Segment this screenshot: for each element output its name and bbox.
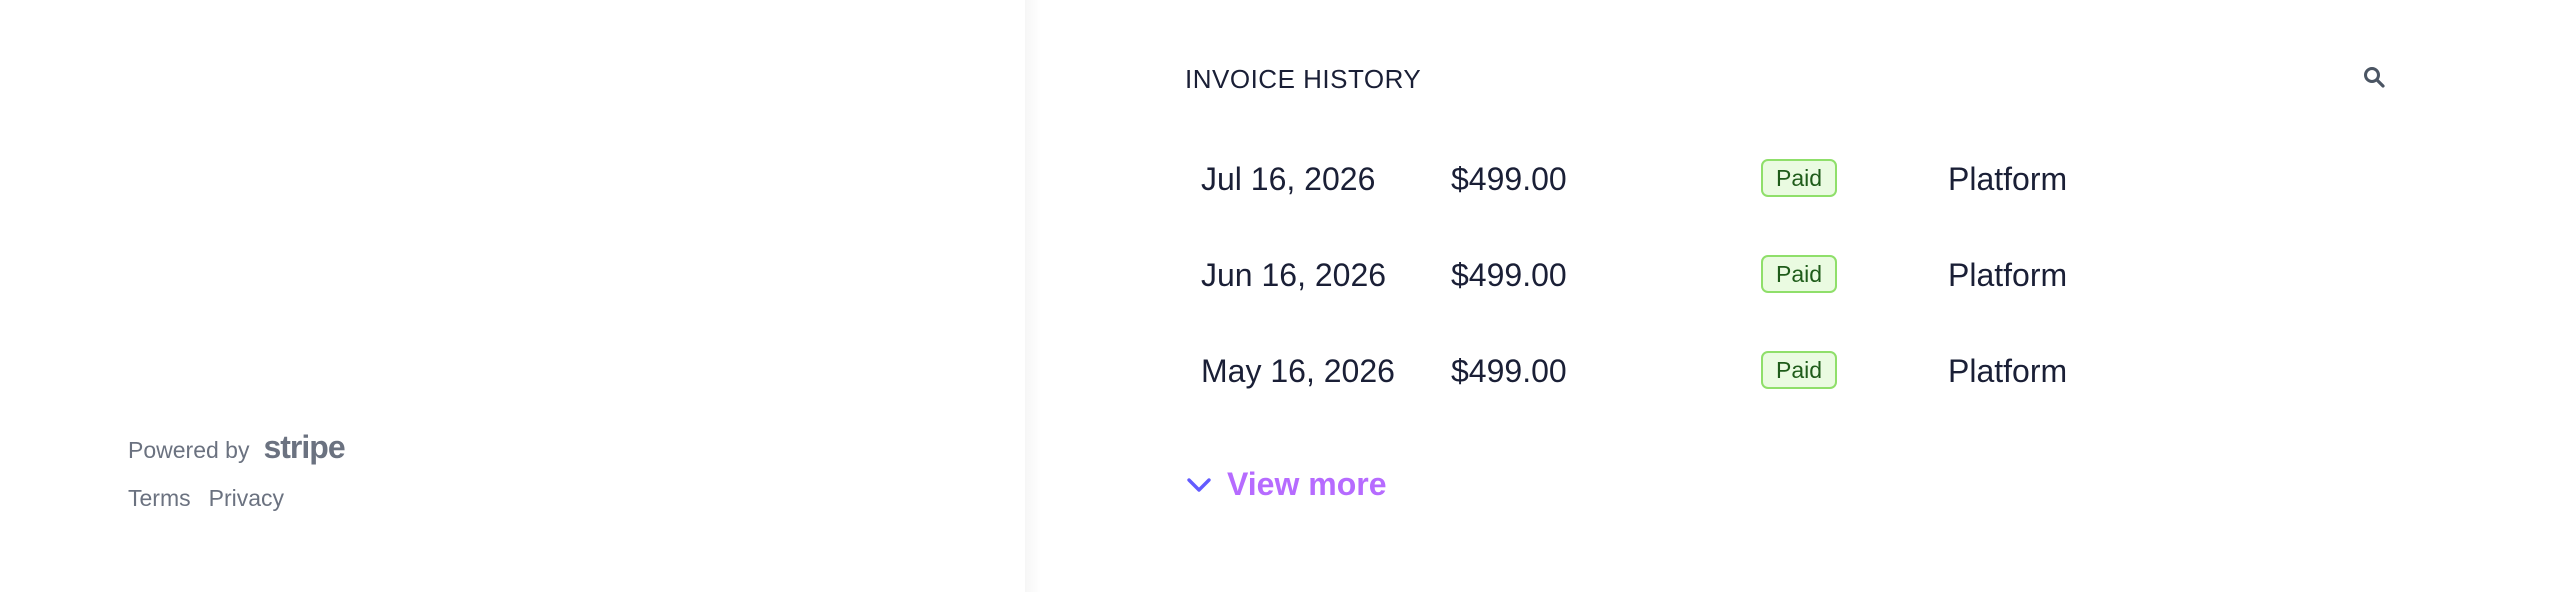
powered-by: Powered by stripe [128, 429, 346, 469]
search-icon [2364, 67, 2385, 88]
invoice-product: Platform [1948, 161, 2068, 197]
left-panel: Powered by stripe Terms Privacy [0, 0, 1025, 592]
status-badge: Paid [1761, 255, 1838, 293]
invoice-product: Platform [1948, 353, 2068, 389]
invoice-amount: $499.00 [1451, 257, 1567, 293]
invoice-date: May 16, 2026 [1201, 353, 1395, 389]
invoice-row[interactable]: May 16, 2026 $499.00 Paid Platform [1201, 329, 2391, 425]
status-badge: Paid [1761, 159, 1838, 197]
invoice-list: Jul 16, 2026 $499.00 Paid Platform Jun 1… [1201, 137, 2391, 425]
billing-portal-page: Powered by stripe Terms Privacy INVOICE … [0, 0, 2560, 592]
view-more-label: View more [1227, 466, 1387, 502]
stripe-logo[interactable]: stripe [263, 429, 345, 466]
legal-links: Terms Privacy [128, 485, 284, 512]
status-badge: Paid [1761, 351, 1838, 389]
privacy-link[interactable]: Privacy [209, 485, 284, 512]
right-panel: INVOICE HISTORY Jul 16, 2026 $499.00 Pai… [1041, 0, 2560, 592]
invoice-date: Jul 16, 2026 [1201, 161, 1376, 197]
invoice-row[interactable]: Jul 16, 2026 $499.00 Paid Platform [1201, 137, 2391, 233]
view-more-button[interactable]: View more [1185, 466, 1386, 503]
invoice-product: Platform [1948, 257, 2068, 293]
invoice-amount: $499.00 [1451, 161, 1567, 197]
chevron-down-icon [1185, 471, 1213, 499]
invoice-amount: $499.00 [1451, 353, 1567, 389]
terms-link[interactable]: Terms [128, 485, 191, 512]
search-button[interactable] [2359, 62, 2389, 92]
invoice-row[interactable]: Jun 16, 2026 $499.00 Paid Platform [1201, 233, 2391, 329]
invoice-date: Jun 16, 2026 [1201, 257, 1387, 293]
panel-divider [1025, 0, 1041, 592]
section-title: INVOICE HISTORY [1185, 64, 1422, 94]
powered-by-label: Powered by [128, 437, 250, 463]
